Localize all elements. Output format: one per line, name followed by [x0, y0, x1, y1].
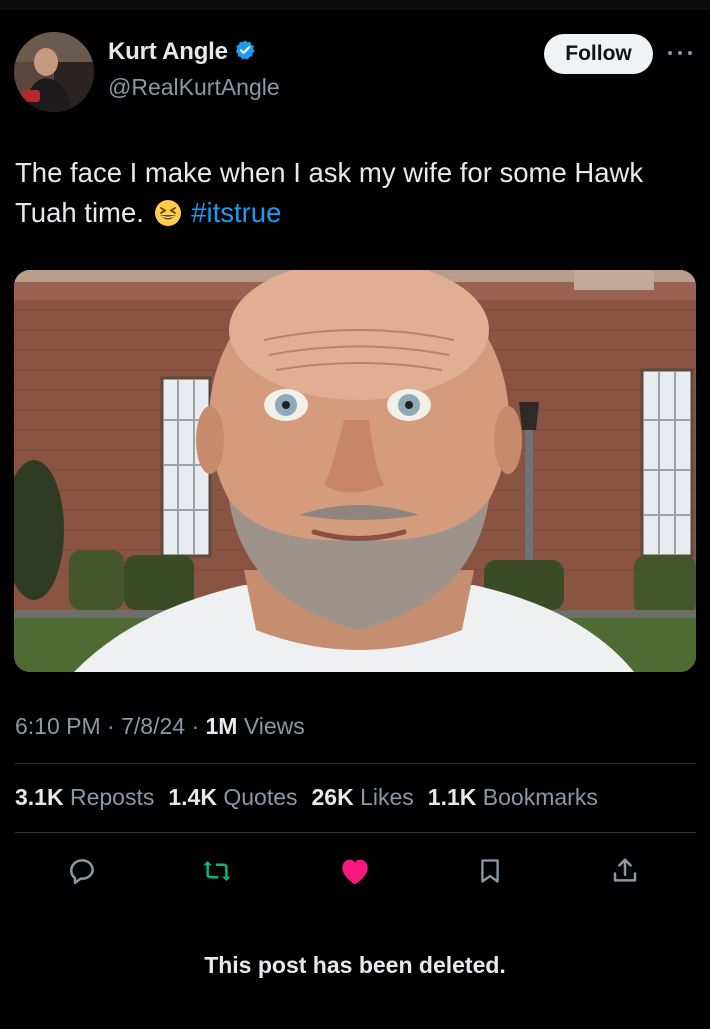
author-name-row[interactable]: Kurt Angle — [108, 38, 256, 66]
grinning-squinting-face-icon — [154, 198, 182, 226]
stat-likes[interactable]: 26K Likes — [312, 784, 414, 811]
tweet-date: 7/8/24 — [121, 713, 186, 739]
bookmark-icon[interactable] — [472, 853, 508, 889]
stat-reposts[interactable]: 3.1K Reposts — [15, 784, 154, 811]
tweet-timestamp[interactable]: 6:10 PM · 7/8/24 · 1M Views — [15, 713, 305, 740]
status-bar — [0, 0, 710, 10]
more-options-icon[interactable] — [666, 46, 694, 58]
divider — [15, 763, 696, 764]
photo-closeup-face-icon — [14, 270, 696, 672]
views-label: Views — [243, 713, 305, 739]
share-icon[interactable] — [607, 853, 643, 889]
stat-quotes[interactable]: 1.4K Quotes — [168, 784, 297, 811]
tweet-photo[interactable] — [14, 270, 696, 672]
engagement-stats: 3.1K Reposts 1.4K Quotes 26K Likes 1.1K … — [15, 784, 612, 811]
deleted-notice: This post has been deleted. — [204, 952, 506, 978]
tweet-body: The face I make when I ask my wife for s… — [15, 157, 644, 228]
stat-bookmarks[interactable]: 1.1K Bookmarks — [428, 784, 598, 811]
meta-separator: · — [191, 713, 200, 739]
like-icon[interactable] — [337, 853, 373, 889]
meta-separator: · — [107, 713, 115, 739]
avatar[interactable] — [14, 32, 94, 112]
views-count: 1M — [205, 713, 238, 739]
tweet-text: The face I make when I ask my wife for s… — [15, 153, 705, 233]
divider — [15, 832, 696, 833]
verified-badge-icon — [234, 39, 256, 66]
author-name[interactable]: Kurt Angle — [108, 38, 228, 66]
hashtag-link[interactable]: #itstrue — [191, 197, 281, 228]
tweet-time: 6:10 PM — [15, 713, 101, 739]
follow-button[interactable]: Follow — [544, 34, 653, 74]
repost-icon[interactable] — [199, 853, 235, 889]
author-handle[interactable]: @RealKurtAngle — [108, 74, 280, 101]
reply-icon[interactable] — [64, 853, 100, 889]
